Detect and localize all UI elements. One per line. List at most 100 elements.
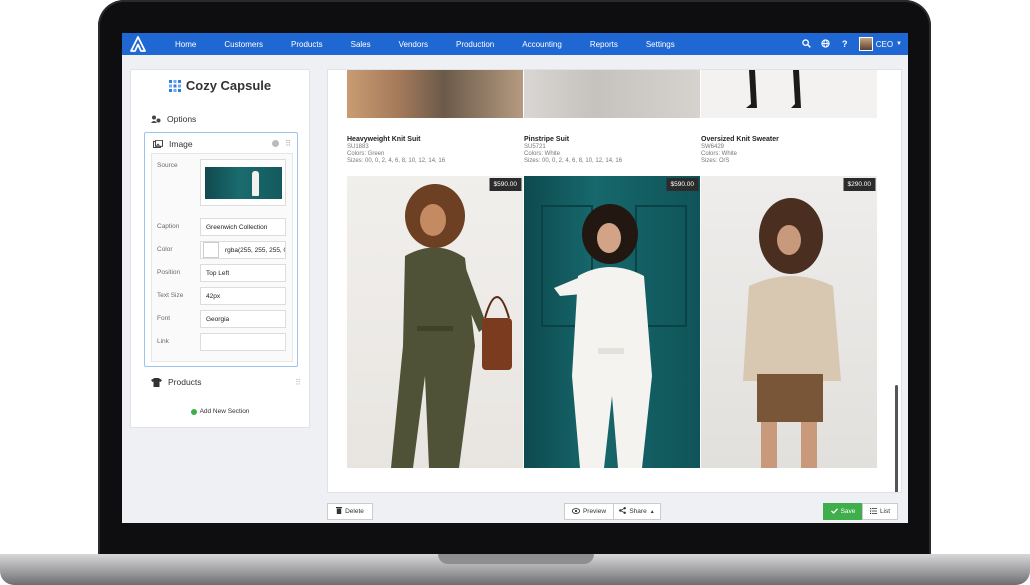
product-sizes: Sizes: 00, 0, 2, 4, 6, 8, 10, 12, 14, 16 bbox=[524, 158, 623, 164]
product-name[interactable]: Heavyweight Knit Suit bbox=[347, 136, 523, 143]
trash-icon bbox=[336, 507, 343, 516]
color-swatch[interactable] bbox=[203, 242, 219, 258]
add-section-label: Add New Section bbox=[199, 408, 250, 415]
avatar bbox=[858, 37, 873, 51]
product-image-1[interactable] bbox=[347, 176, 523, 468]
image-section-label: Image bbox=[169, 139, 193, 149]
text-size-label: Text Size bbox=[157, 292, 184, 299]
font-select[interactable]: Georgia bbox=[200, 310, 286, 328]
text-size-input[interactable]: 42px bbox=[200, 287, 286, 305]
app-screen: Home Customers Products Sales Vendors Product… bbox=[122, 33, 908, 523]
price-badge: $590.00 bbox=[489, 178, 521, 191]
nav-item-production[interactable]: Production bbox=[442, 40, 508, 49]
options-row[interactable]: Options bbox=[151, 114, 196, 124]
image-section-header: Image bbox=[153, 139, 193, 149]
brand-title: Cozy Capsule bbox=[131, 78, 309, 93]
product-image-2[interactable] bbox=[524, 176, 700, 468]
check-icon bbox=[830, 507, 838, 516]
add-new-section-button[interactable]: Add New Section bbox=[131, 408, 309, 415]
page-preview: Heavyweight Knit Suit SU1883 Colors: Green… bbox=[327, 69, 902, 493]
delete-button[interactable]: Delete bbox=[327, 503, 373, 520]
product-name[interactable]: Pinstripe Suit bbox=[524, 136, 700, 143]
products-label: Products bbox=[168, 377, 202, 387]
top-navigation: Home Customers Products Sales Vendors Product… bbox=[122, 33, 908, 55]
link-label: Link bbox=[157, 338, 169, 345]
preview-scrollbar[interactable] bbox=[895, 385, 898, 492]
app-logo-icon[interactable] bbox=[127, 33, 149, 55]
users-cog-icon bbox=[151, 115, 161, 123]
tshirt-icon bbox=[151, 377, 162, 387]
visibility-toggle-icon[interactable] bbox=[272, 140, 280, 147]
color-value: rgba(255, 255, 255, 0) bbox=[225, 246, 286, 254]
product-image-3[interactable] bbox=[701, 176, 877, 468]
position-select[interactable]: Top Left bbox=[200, 264, 286, 282]
options-label: Options bbox=[167, 114, 197, 124]
product-sku: SU5721 bbox=[524, 144, 546, 150]
drag-handle-icon[interactable]: ⠿ bbox=[295, 378, 301, 387]
product-colors: Colors: Green bbox=[347, 151, 385, 157]
share-button[interactable]: Share ▲ bbox=[613, 503, 661, 520]
nav-menu: Home Customers Products Sales Vendors Product… bbox=[161, 40, 689, 49]
source-image-thumbnail bbox=[205, 167, 282, 199]
product-colors: Colors: White bbox=[701, 151, 738, 157]
product-colors: Colors: White bbox=[524, 151, 561, 157]
laptop-notch bbox=[438, 554, 594, 564]
list-button[interactable]: List bbox=[862, 503, 898, 520]
brand-name: Cozy Capsule bbox=[185, 78, 272, 93]
source-label: Source bbox=[157, 162, 178, 169]
product-sizes: Sizes: 00, 0, 2, 4, 6, 8, 10, 12, 14, 16 bbox=[347, 158, 446, 164]
image-fields: Source Caption Greenwich Collection Colo… bbox=[151, 153, 293, 362]
nav-item-customers[interactable]: Customers bbox=[210, 40, 277, 49]
caption-input[interactable]: Greenwich Collection bbox=[200, 218, 286, 236]
user-label: CEO bbox=[875, 39, 894, 49]
plus-circle-icon bbox=[190, 408, 197, 415]
link-input[interactable] bbox=[200, 333, 286, 351]
caret-down-icon: ▼ bbox=[896, 41, 902, 47]
nav-item-accounting[interactable]: Accounting bbox=[508, 40, 576, 49]
price-badge: $590.00 bbox=[666, 178, 698, 191]
nav-item-home[interactable]: Home bbox=[161, 40, 210, 49]
font-label: Font bbox=[157, 315, 171, 322]
color-input[interactable]: rgba(255, 255, 255, 0) bbox=[200, 241, 286, 259]
nav-item-reports[interactable]: Reports bbox=[576, 40, 632, 49]
search-icon[interactable] bbox=[802, 38, 812, 50]
help-icon[interactable]: ? bbox=[840, 39, 850, 49]
preview-label: Preview bbox=[582, 508, 607, 515]
image-section-tools: ⠿ bbox=[272, 140, 291, 148]
eye-icon bbox=[571, 507, 581, 516]
product-sku: SW6429 bbox=[701, 144, 725, 150]
share-label: Share bbox=[629, 508, 647, 515]
product-image-top-2 bbox=[524, 70, 700, 118]
caret-up-icon: ▲ bbox=[649, 508, 655, 515]
drag-handle-icon[interactable]: ⠿ bbox=[285, 140, 291, 148]
image-section-card[interactable]: Image ⠿ Source Caption Greenwich Collect… bbox=[144, 132, 298, 367]
product-sizes: Sizes: O/S bbox=[701, 158, 730, 164]
products-section-row[interactable]: Products ⠿ bbox=[151, 377, 301, 387]
list-label: List bbox=[879, 508, 891, 515]
product-image-top-3 bbox=[701, 70, 877, 118]
nav-item-sales[interactable]: Sales bbox=[337, 40, 385, 49]
product-info: Heavyweight Knit Suit SU1883 Colors: Green… bbox=[347, 136, 523, 164]
user-menu[interactable]: CEO ▼ bbox=[858, 37, 902, 51]
globe-icon[interactable] bbox=[821, 38, 831, 50]
nav-item-settings[interactable]: Settings bbox=[632, 40, 689, 49]
nav-item-vendors[interactable]: Vendors bbox=[385, 40, 442, 49]
product-info: Pinstripe Suit SU5721 Colors: White Sizes: … bbox=[524, 136, 700, 164]
nav-item-products[interactable]: Products bbox=[277, 40, 337, 49]
save-button[interactable]: Save bbox=[823, 503, 863, 520]
grid-logo-icon bbox=[168, 79, 181, 92]
share-icon bbox=[619, 507, 627, 516]
product-sku: SU1883 bbox=[347, 144, 369, 150]
save-label: Save bbox=[840, 508, 856, 515]
caption-label: Caption bbox=[157, 223, 180, 230]
price-badge: $290.00 bbox=[843, 178, 875, 191]
preview-button[interactable]: Preview bbox=[564, 503, 614, 520]
product-image-top-1 bbox=[347, 70, 523, 118]
product-info: Oversized Knit Sweater SW6429 Colors: Whit… bbox=[701, 136, 877, 164]
delete-label: Delete bbox=[345, 508, 364, 515]
nav-actions: ? CEO ▼ bbox=[802, 33, 902, 55]
color-label: Color bbox=[157, 246, 173, 253]
editor-panel: Cozy Capsule Options Image ⠿ Source Capt… bbox=[130, 69, 310, 428]
position-label: Position bbox=[157, 269, 181, 276]
product-name[interactable]: Oversized Knit Sweater bbox=[701, 136, 877, 143]
